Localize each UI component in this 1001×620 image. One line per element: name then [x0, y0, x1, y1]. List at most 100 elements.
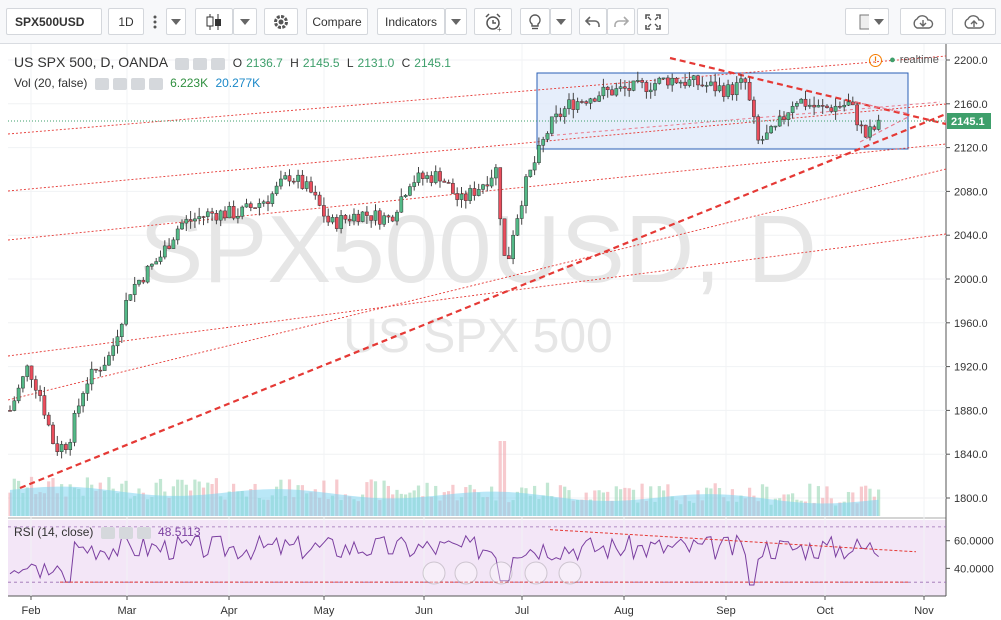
candle-body	[683, 81, 687, 86]
redo-button[interactable]	[607, 8, 635, 35]
candle-body	[283, 175, 288, 180]
price-tick-label: 2200.0	[954, 55, 988, 67]
candle-body	[807, 104, 812, 107]
compare-button[interactable]: Compare	[306, 8, 368, 35]
candle-body	[541, 139, 546, 146]
ohlc-h-label: H	[290, 56, 299, 70]
candle-body	[300, 174, 305, 189]
zoom-in-button[interactable]	[524, 561, 548, 585]
realtime-label: realtime	[899, 54, 939, 66]
candle-body	[76, 405, 81, 414]
volume-ma-value: 20.277K	[215, 76, 261, 90]
alarm-clock-icon: +	[485, 12, 502, 32]
settings-button[interactable]	[264, 8, 298, 35]
visibility-icon[interactable]	[94, 77, 109, 90]
candle-body	[150, 263, 154, 267]
candle-body	[489, 177, 494, 187]
cloud-upload-icon	[964, 14, 985, 29]
candle-body	[184, 219, 189, 224]
close-icon[interactable]	[148, 77, 163, 90]
ohlc-l-label: L	[346, 56, 354, 70]
candle-body	[386, 215, 391, 218]
price-tick-label: 2040.0	[954, 230, 988, 242]
layout-dropdown-button[interactable]	[869, 8, 889, 35]
candle-body	[842, 104, 847, 108]
top-toolbar: SPX500USD 1D Compare Indicators +	[0, 0, 1001, 44]
candle-body	[790, 105, 795, 113]
time-tick-label: Sep	[716, 605, 736, 617]
candle-body	[38, 389, 42, 396]
candle-body	[713, 81, 718, 92]
candle-body	[567, 99, 571, 109]
candle-body	[825, 105, 829, 108]
load-chart-button[interactable]	[900, 8, 946, 35]
candle-body	[502, 218, 507, 256]
candle-body	[205, 211, 210, 217]
ohlc-l-value: 2131.0	[357, 56, 395, 70]
candle-body	[618, 86, 623, 89]
volume-title[interactable]: Vol (20, false)	[14, 76, 87, 90]
warning-icon[interactable]: !	[869, 54, 882, 67]
candle-body	[584, 101, 589, 104]
settings-small-icon[interactable]	[193, 57, 208, 70]
interval-button[interactable]: 1D	[108, 8, 144, 35]
rsi-title[interactable]: RSI (14, close)	[14, 525, 93, 539]
zoom-out-button[interactable]	[454, 561, 478, 585]
price-tick-label: 2160.0	[954, 99, 988, 111]
idea-button[interactable]	[520, 8, 550, 35]
candle-body	[554, 113, 558, 118]
fullscreen-button[interactable]	[637, 8, 669, 35]
scroll-left-button[interactable]	[422, 561, 446, 585]
series-title[interactable]: US SPX 500, D, OANDA	[14, 54, 168, 70]
candle-body	[51, 424, 55, 444]
save-chart-button[interactable]	[952, 8, 996, 35]
alert-button[interactable]: +	[474, 8, 512, 35]
candle-body	[210, 211, 214, 214]
more-icon[interactable]	[136, 526, 151, 539]
consolidation-rectangle[interactable]	[536, 72, 909, 150]
interval-dropdown-button[interactable]	[166, 8, 186, 35]
realtime-indicator: ! ● realtime	[869, 54, 943, 67]
settings-small-icon[interactable]	[112, 77, 127, 90]
candle-body	[687, 79, 692, 86]
candle-body	[158, 256, 163, 262]
indicators-button[interactable]: Indicators	[377, 8, 445, 35]
indicators-dropdown-button[interactable]	[445, 8, 467, 35]
candle-body	[231, 206, 236, 219]
candle-body	[188, 219, 193, 222]
candle-body	[429, 175, 434, 183]
candle-body	[747, 82, 752, 101]
bar-style-dropdown-button[interactable]	[233, 8, 257, 35]
candle-body	[16, 387, 21, 402]
candle-body	[420, 172, 425, 179]
more-icon[interactable]	[211, 57, 226, 70]
time-tick-label: Feb	[22, 605, 41, 617]
reset-button[interactable]	[489, 561, 513, 585]
candle-body	[382, 215, 386, 225]
candle-body	[709, 81, 713, 86]
symbol-search-button[interactable]: SPX500USD	[6, 8, 102, 35]
candle-body	[270, 193, 275, 204]
scroll-right-button[interactable]	[558, 561, 582, 585]
add-icon[interactable]	[130, 77, 145, 90]
bar-style-button[interactable]	[195, 8, 233, 35]
settings-small-icon[interactable]	[118, 526, 133, 539]
rsi-tick-label: 60.0000	[954, 536, 994, 548]
candle-body	[373, 210, 378, 221]
candle-body	[833, 105, 838, 112]
time-tick-label: Mar	[118, 605, 137, 617]
visibility-icon[interactable]	[175, 57, 190, 70]
candle-body	[64, 444, 68, 450]
price-tick-label: 2000.0	[954, 274, 988, 286]
price-tick-label: 1800.0	[954, 493, 988, 505]
candle-body	[528, 169, 533, 177]
undo-button[interactable]	[579, 8, 607, 35]
candle-body	[795, 102, 799, 107]
candle-body	[119, 323, 124, 338]
visibility-icon[interactable]	[100, 526, 115, 539]
interval-menu-button[interactable]	[144, 8, 166, 35]
candle-body	[739, 78, 743, 83]
idea-dropdown-button[interactable]	[550, 8, 572, 35]
candle-body	[876, 119, 881, 130]
ohlc-h-value: 2145.5	[302, 56, 340, 70]
